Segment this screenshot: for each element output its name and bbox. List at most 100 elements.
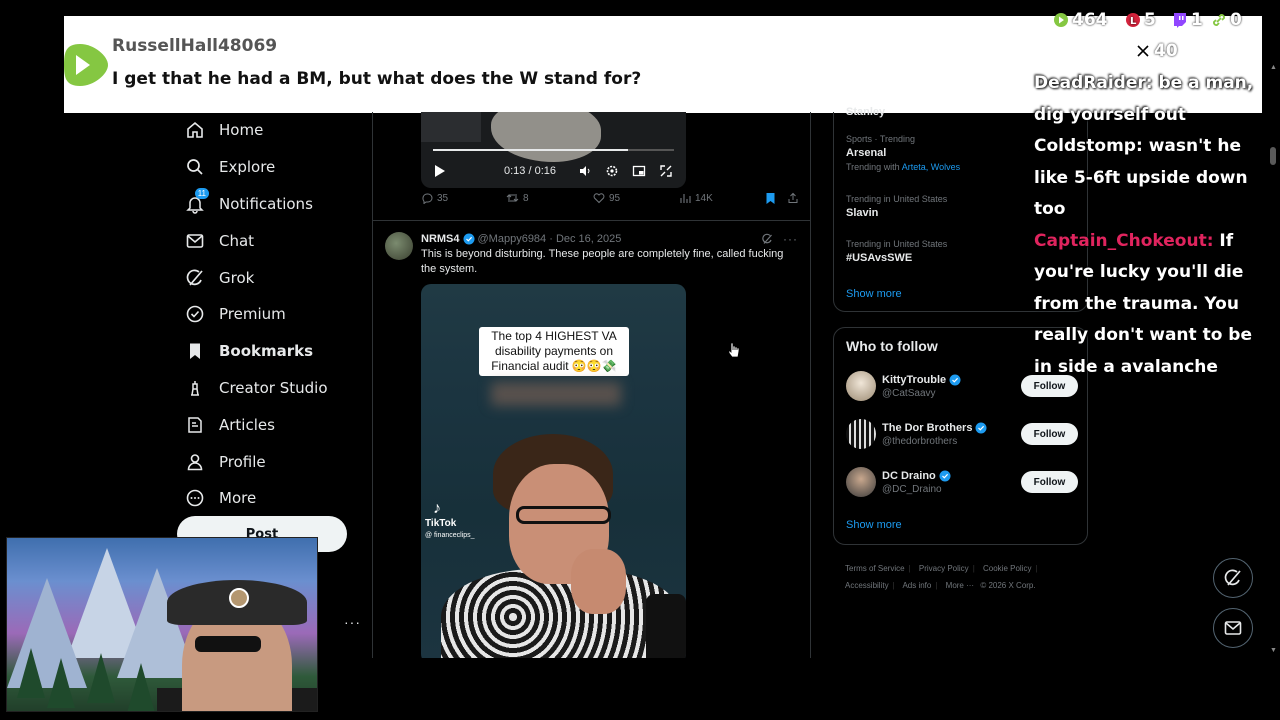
trend-item[interactable]: Sports · Trending Arsenal Trending with … <box>846 134 960 172</box>
trend-item[interactable]: Trending in United States #USAvsSWE <box>846 239 947 264</box>
webcam-overlay <box>6 537 318 712</box>
repost-count: 8 <box>523 192 529 204</box>
grok-icon[interactable] <box>761 233 773 245</box>
suggestion-handle: @DC_Draino <box>882 483 942 495</box>
footer-copyright: © 2026 X Corp. <box>980 581 1036 590</box>
trends-show-more[interactable]: Show more <box>846 288 902 300</box>
avatar[interactable] <box>846 371 876 401</box>
x-viewers: 40 <box>1135 41 1178 61</box>
rumble-logo-icon <box>64 44 108 86</box>
sidebar-item-bookmarks[interactable]: Bookmarks <box>177 333 367 370</box>
footer-privacy-link[interactable]: Privacy Policy <box>919 564 969 573</box>
webcam-tree <box>47 658 75 708</box>
avatar[interactable] <box>846 419 876 449</box>
sidebar-item-more[interactable]: More <box>177 480 367 517</box>
like-button[interactable]: 95 <box>593 192 620 204</box>
mouse-cursor-icon <box>728 342 740 358</box>
settings-gear-icon[interactable] <box>604 163 620 179</box>
footer-cookie-link[interactable]: Cookie Policy <box>983 564 1031 573</box>
notification-badge: 11 <box>194 187 209 199</box>
grok-icon <box>185 268 205 288</box>
webcam-tree <box>87 653 115 703</box>
play-icon[interactable] <box>435 165 445 177</box>
sidebar-item-label: Grok <box>219 268 255 287</box>
tweet-author-name[interactable]: NRMS4 <box>421 233 460 245</box>
avatar[interactable] <box>846 467 876 497</box>
views-button[interactable]: 14K <box>679 192 713 204</box>
banner-username: RussellHall48069 <box>112 36 278 56</box>
grok-icon <box>1224 569 1241 586</box>
trend-with: Trending with Arteta, Wolves <box>846 162 960 172</box>
tweet-author-handle[interactable]: @Mappy6984 · Dec 16, 2025 <box>478 233 622 245</box>
tweet-header: NRMS4 @Mappy6984 · Dec 16, 2025 ··· <box>421 231 798 247</box>
picture-in-picture-icon[interactable] <box>631 163 647 179</box>
sidebar-item-articles[interactable]: Articles <box>177 406 367 443</box>
suggestion-name-text: KittyTrouble <box>882 373 947 386</box>
video-controls: 0:13 / 0:16 <box>433 162 674 180</box>
trend-item[interactable]: Trending in United States Slavin <box>846 194 947 219</box>
chat-username: Captain_Chokeout: <box>1034 230 1214 251</box>
suggestion-name: KittyTrouble <box>882 374 964 386</box>
sidebar-item-grok[interactable]: Grok <box>177 259 367 296</box>
scroll-up-icon[interactable]: ▲ <box>1270 64 1277 71</box>
account-menu-dots[interactable]: ··· <box>344 614 361 630</box>
verified-badge-icon <box>939 470 951 481</box>
embedded-video[interactable]: The top 4 HIGHEST VA disability payments… <box>421 284 686 658</box>
sidebar-item-chat[interactable]: Chat <box>177 222 367 259</box>
trend-name: Arsenal <box>846 147 887 159</box>
footer-terms-link[interactable]: Terms of Service <box>845 564 905 573</box>
trend-with-prefix: Trending with <box>846 162 900 172</box>
share-button[interactable] <box>787 192 799 204</box>
creator-studio-icon <box>185 378 205 398</box>
fullscreen-icon[interactable] <box>658 163 674 179</box>
scroll-down-icon[interactable]: ▼ <box>1270 647 1277 654</box>
reply-button[interactable]: 35 <box>421 192 448 204</box>
video-progress-bar[interactable] <box>433 149 674 151</box>
volume-icon[interactable] <box>577 163 593 179</box>
stream-stats: 464 L 5 1 0 40 <box>1023 10 1263 70</box>
follow-button[interactable]: Follow <box>1021 471 1078 493</box>
footer-ads-link[interactable]: Ads info <box>902 581 931 590</box>
sidebar-item-notifications[interactable]: 11 Notifications <box>177 186 367 223</box>
sidebar-item-creator-studio[interactable]: Creator Studio <box>177 370 367 407</box>
more-options-icon[interactable]: ··· <box>783 232 798 246</box>
chat-message: Coldstomp: wasn't he like 5-6ft upside d… <box>1034 131 1268 226</box>
suggestion-handle: @CatSaavy <box>882 387 936 399</box>
bookmark-button[interactable] <box>765 192 776 205</box>
share-icon <box>788 192 798 203</box>
profile-icon <box>185 452 205 472</box>
sidebar-item-profile[interactable]: Profile <box>177 443 367 480</box>
sidebar-item-explore[interactable]: Explore <box>177 149 367 186</box>
heart-icon <box>593 193 605 204</box>
page-scrollbar[interactable]: ▲ ▼ <box>1267 62 1280 658</box>
grok-float-button[interactable] <box>1213 558 1253 598</box>
follow-suggestion[interactable]: The Dor Brothers @thedorbrothers Follow <box>846 416 1078 452</box>
video-player[interactable]: 0:13 / 0:16 <box>421 112 686 188</box>
mail-icon <box>185 231 205 251</box>
footer-accessibility-link[interactable]: Accessibility <box>845 581 889 590</box>
sidebar-item-label: Home <box>219 121 264 140</box>
twitch-count: 1 <box>1191 10 1203 30</box>
more-circle-icon <box>185 488 205 508</box>
sidebar-item-home[interactable]: Home <box>177 112 367 149</box>
twitch-icon <box>1174 13 1186 28</box>
sidebar-item-label: Chat <box>219 231 255 250</box>
messages-float-button[interactable] <box>1213 608 1253 648</box>
sidebar-item-premium[interactable]: Premium <box>177 296 367 333</box>
scroll-thumb[interactable] <box>1270 147 1276 165</box>
repost-button[interactable]: 8 <box>506 192 529 204</box>
follow-suggestion[interactable]: DC Draino @DC_Draino Follow <box>846 464 1078 500</box>
bookmark-icon <box>185 341 205 361</box>
repost-icon <box>506 194 519 202</box>
sidebar-item-label: Creator Studio <box>219 378 328 397</box>
trend-name[interactable]: Stanley <box>846 106 885 118</box>
x-logo-icon <box>1135 43 1151 59</box>
avatar[interactable] <box>385 232 413 260</box>
chat-username: Coldstomp: <box>1034 136 1143 156</box>
footer-more-link[interactable]: More ··· <box>946 581 974 590</box>
trend-with-links[interactable]: Arteta, Wolves <box>902 162 960 172</box>
who-to-follow-show-more[interactable]: Show more <box>846 519 902 531</box>
follow-button[interactable]: Follow <box>1021 423 1078 445</box>
views-chart-icon <box>680 194 691 203</box>
video-time: 0:13 / 0:16 <box>504 165 556 177</box>
